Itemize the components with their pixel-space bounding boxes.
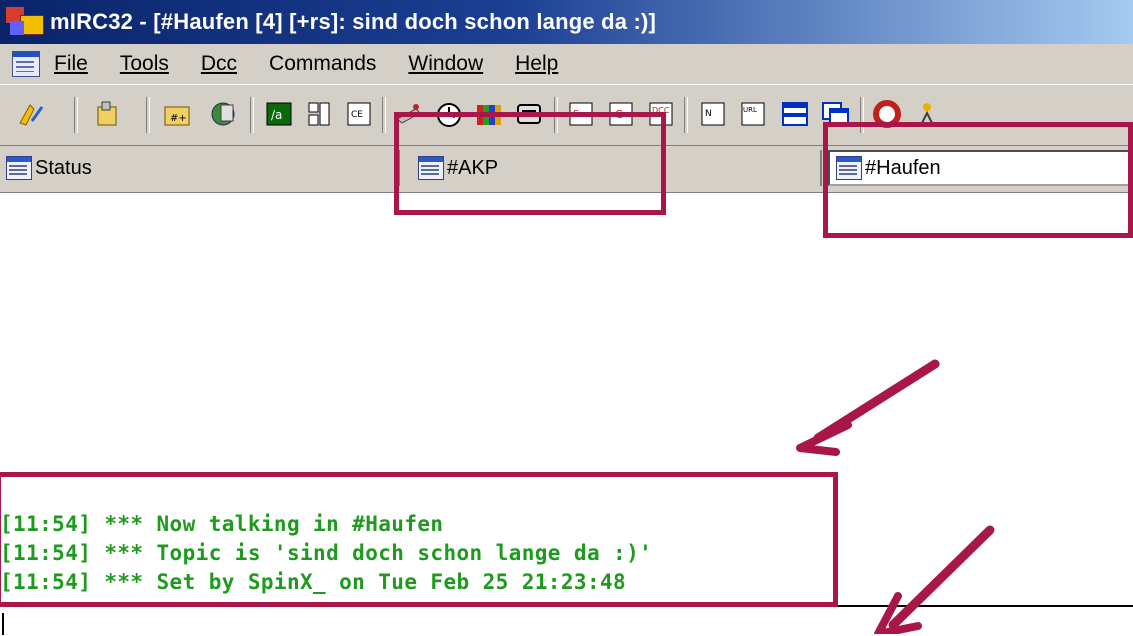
text-cursor [2, 613, 4, 635]
options-icon[interactable] [92, 99, 122, 129]
globe-icon[interactable] [208, 99, 238, 129]
svg-text:CE: CE [351, 110, 363, 120]
highlight-box-haufen [823, 122, 1133, 238]
svg-text:N: N [705, 109, 712, 119]
alias-icon[interactable]: /a [264, 99, 294, 129]
message-input[interactable] [0, 605, 1133, 636]
remote-icon[interactable]: CE [344, 99, 374, 129]
menu-file[interactable]: File [54, 52, 88, 76]
title-bar[interactable]: mIRC32 - [#Haufen [4] [+rs]: sind doch s… [0, 0, 1133, 44]
menu-help[interactable]: Help [515, 52, 558, 76]
window-title: mIRC32 - [#Haufen [4] [+rs]: sind doch s… [50, 9, 657, 34]
url-list-icon[interactable]: URL [738, 99, 768, 129]
menu-tools[interactable]: Tools [120, 52, 169, 76]
highlight-box-akp [394, 112, 666, 215]
mirc-app-icon[interactable] [6, 7, 44, 37]
status-window-icon [6, 156, 32, 180]
menu-dcc[interactable]: Dcc [201, 52, 237, 76]
menu-bar: File Tools Dcc Commands Window Help [0, 44, 1133, 84]
tile-icon[interactable] [780, 99, 810, 129]
notify-list-icon[interactable]: N [698, 99, 728, 129]
highlight-box-chat [0, 472, 838, 607]
tab-status[interactable]: Status [0, 150, 400, 186]
svg-text:/a: /a [271, 108, 282, 122]
menu-window[interactable]: Window [408, 52, 483, 76]
window-menu-icon[interactable] [12, 51, 40, 77]
popups-icon[interactable] [304, 99, 334, 129]
svg-text:URL: URL [743, 106, 757, 114]
channels-folder-icon[interactable]: #+ [162, 99, 192, 129]
svg-text:#+: #+ [170, 113, 187, 124]
menu-commands[interactable]: Commands [269, 52, 376, 76]
tab-label: Status [35, 156, 92, 179]
connect-icon[interactable] [16, 99, 46, 129]
